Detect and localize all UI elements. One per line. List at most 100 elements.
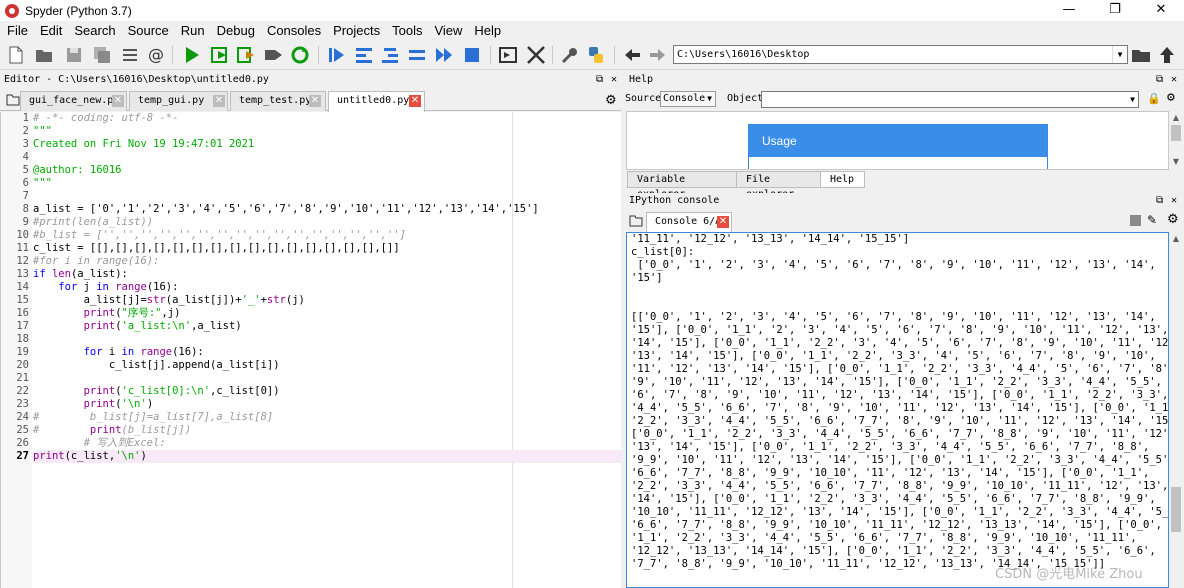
maximize-button[interactable]: ❐: [1092, 0, 1138, 21]
code-line[interactable]: [33, 333, 622, 346]
step-into-icon[interactable]: [380, 45, 400, 65]
code-line[interactable]: #for i in range(16):: [33, 255, 622, 268]
run-cell-advance-icon[interactable]: [236, 45, 256, 65]
browse-tabs-icon[interactable]: [6, 93, 20, 109]
close-pane-icon[interactable]: ✕: [1171, 193, 1177, 209]
fullscreen-icon[interactable]: [526, 45, 546, 65]
menu-tools[interactable]: Tools: [386, 23, 428, 38]
code-line[interactable]: # print(b_list[j]): [33, 424, 622, 437]
code-line[interactable]: # -*- coding: utf-8 -*-: [33, 112, 622, 125]
editor-tab-gui-face-new[interactable]: gui_face_new.py ✕: [20, 91, 127, 111]
back-arrow-icon[interactable]: [622, 45, 642, 65]
scroll-up-icon[interactable]: ▲: [1169, 111, 1183, 125]
editor-tab-temp-test[interactable]: temp_test.py ✕: [230, 91, 326, 111]
object-input[interactable]: ▼: [761, 91, 1139, 108]
editor-tab-untitled0[interactable]: untitled0.py ✕: [328, 91, 425, 112]
save-all-icon[interactable]: [92, 45, 112, 65]
step-return-icon[interactable]: [407, 45, 427, 65]
code-line[interactable]: # 写入到Excel:: [33, 437, 622, 450]
chevron-down-icon[interactable]: ▼: [1130, 92, 1135, 107]
run-icon[interactable]: [182, 45, 202, 65]
lock-icon[interactable]: 🔒: [1147, 90, 1161, 108]
maximize-pane-icon[interactable]: [498, 45, 518, 65]
code-line[interactable]: """: [33, 177, 622, 190]
code-line[interactable]: print(c_list,'\n'): [33, 450, 622, 463]
menu-consoles[interactable]: Consoles: [261, 23, 327, 38]
menu-view[interactable]: View: [428, 23, 468, 38]
rerun-icon[interactable]: [290, 45, 310, 65]
tab-file-explorer[interactable]: File explorer: [736, 171, 822, 200]
browse-folder-icon[interactable]: [1131, 45, 1151, 65]
code-line[interactable]: print('a_list:\n',a_list): [33, 320, 622, 333]
code-line[interactable]: #b_list = ['','','','','','','','','',''…: [33, 229, 622, 242]
save-icon[interactable]: [64, 45, 84, 65]
close-pane-icon[interactable]: ✕: [611, 72, 617, 88]
code-line[interactable]: [33, 151, 622, 164]
code-line[interactable]: if len(a_list):: [33, 268, 622, 281]
console-scrollbar[interactable]: ▲: [1169, 232, 1183, 588]
close-tab-icon[interactable]: ✕: [409, 95, 421, 107]
console-tab[interactable]: Console 6/A ✕: [646, 212, 732, 232]
code-line[interactable]: print('\n'): [33, 398, 622, 411]
minimize-button[interactable]: —: [1046, 0, 1092, 21]
source-select[interactable]: Console ▼: [660, 91, 716, 107]
at-icon[interactable]: @: [146, 45, 166, 65]
code-line[interactable]: for i in range(16):: [33, 346, 622, 359]
new-file-icon[interactable]: [6, 45, 26, 65]
editor-tab-temp-gui[interactable]: temp_gui.py ✕: [129, 91, 228, 111]
python-path-icon[interactable]: [586, 45, 606, 65]
code-line[interactable]: # b_list[j]=a_list[7],a_list[8]: [33, 411, 622, 424]
close-tab-icon[interactable]: ✕: [717, 216, 729, 228]
code-line[interactable]: [33, 372, 622, 385]
editor-options-gear-icon[interactable]: ⚙: [605, 93, 617, 108]
menu-file[interactable]: File: [1, 23, 34, 38]
code-line[interactable]: @author: 16016: [33, 164, 622, 177]
browse-tabs-icon[interactable]: [629, 214, 643, 230]
code-line[interactable]: [33, 190, 622, 203]
scroll-thumb[interactable]: [1171, 125, 1181, 141]
menu-run[interactable]: Run: [175, 23, 211, 38]
tab-variable-explorer[interactable]: Variable explorer: [627, 171, 738, 200]
clear-console-icon[interactable]: ✎: [1147, 213, 1157, 227]
chevron-down-icon[interactable]: ▼: [1112, 46, 1127, 63]
code-line[interactable]: for j in range(16):: [33, 281, 622, 294]
help-scrollbar[interactable]: ▲ ▼: [1169, 111, 1183, 170]
close-pane-icon[interactable]: ✕: [1171, 72, 1177, 88]
interrupt-kernel-icon[interactable]: [1130, 215, 1141, 226]
run-selection-icon[interactable]: [263, 45, 283, 65]
menu-source[interactable]: Source: [122, 23, 175, 38]
close-window-button[interactable]: ✕: [1138, 0, 1184, 21]
code-line[interactable]: print("序号:",j): [33, 307, 622, 320]
code-line[interactable]: """: [33, 125, 622, 138]
debug-icon[interactable]: [326, 45, 346, 65]
code-line[interactable]: #print(len(a_list)): [33, 216, 622, 229]
stop-debug-icon[interactable]: [462, 45, 482, 65]
step-icon[interactable]: [354, 45, 374, 65]
code-line[interactable]: c_list = [[],[],[],[],[],[],[],[],[],[],…: [33, 242, 622, 255]
preferences-wrench-icon[interactable]: [560, 45, 580, 65]
code-area[interactable]: # -*- coding: utf-8 -*- """ Created on Fri…: [33, 112, 622, 588]
help-options-gear-icon[interactable]: ⚙: [1167, 89, 1175, 107]
code-line[interactable]: c_list[j].append(a_list[i]): [33, 359, 622, 372]
run-cell-icon[interactable]: [210, 45, 230, 65]
code-line[interactable]: print('c_list[0]:\n',c_list[0]): [33, 385, 622, 398]
code-line[interactable]: a_list[j]=str(a_list[j])+'_'+str(j): [33, 294, 622, 307]
undock-icon[interactable]: ⧉: [596, 72, 603, 88]
code-editor[interactable]: 1 2 3 4 5 6 7 8 9 10 11 12 13 14 15 16 17 18 19 20 21 22 23 24 2…: [0, 112, 622, 588]
close-tab-icon[interactable]: ✕: [213, 95, 225, 107]
open-file-icon[interactable]: [34, 45, 54, 65]
console-options-gear-icon[interactable]: ⚙: [1167, 212, 1179, 227]
undock-icon[interactable]: ⧉: [1156, 193, 1163, 209]
menu-search[interactable]: Search: [68, 23, 121, 38]
close-tab-icon[interactable]: ✕: [112, 95, 124, 107]
close-tab-icon[interactable]: ✕: [309, 95, 321, 107]
menu-help[interactable]: Help: [468, 23, 507, 38]
scroll-up-icon[interactable]: ▲: [1169, 232, 1183, 246]
menu-edit[interactable]: Edit: [34, 23, 68, 38]
code-line[interactable]: Created on Fri Nov 19 19:47:01 2021: [33, 138, 622, 151]
working-directory-input[interactable]: C:\Users\16016\Desktop ▼: [673, 45, 1128, 64]
menu-debug[interactable]: Debug: [211, 23, 261, 38]
menu-projects[interactable]: Projects: [327, 23, 386, 38]
forward-arrow-icon[interactable]: [648, 45, 668, 65]
ipython-console-output[interactable]: '11_11', '12_12', '13_13', '14_14', '15_…: [626, 232, 1169, 588]
